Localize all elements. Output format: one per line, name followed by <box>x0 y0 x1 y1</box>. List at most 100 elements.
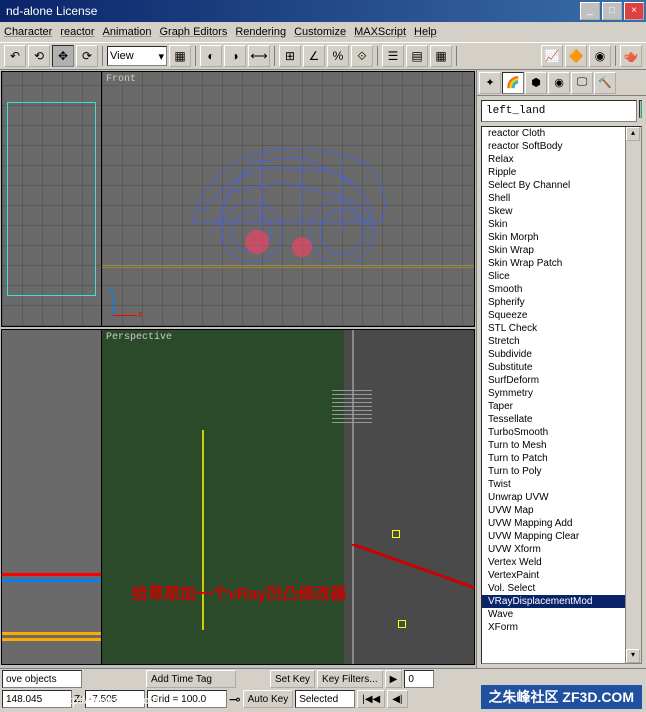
modifier-item[interactable]: Squeeze <box>482 309 641 322</box>
modifier-item[interactable]: Slice <box>482 270 641 283</box>
modifier-item[interactable]: Substitute <box>482 361 641 374</box>
modifier-item[interactable]: TurboSmooth <box>482 426 641 439</box>
modifier-item[interactable]: Skin Wrap <box>482 244 641 257</box>
viewport-perspective-label: Perspective <box>106 332 172 343</box>
rotate-icon[interactable]: ⟳ <box>76 45 98 67</box>
menu-rendering[interactable]: Rendering <box>235 26 286 38</box>
modifier-item[interactable]: Skin <box>482 218 641 231</box>
modifier-item[interactable]: Wave <box>482 608 641 621</box>
modifier-item[interactable]: Select By Channel <box>482 179 641 192</box>
modifier-list[interactable]: reactor Clothreactor SoftBodyRelaxRipple… <box>481 126 642 664</box>
modifier-item[interactable]: reactor SoftBody <box>482 140 641 153</box>
modifier-item[interactable]: Vertex Weld <box>482 556 641 569</box>
key-filters-button[interactable]: Key Filters... <box>317 670 383 688</box>
modifier-item[interactable]: Turn to Poly <box>482 465 641 478</box>
playback-start-icon[interactable]: |◀◀ <box>357 690 385 708</box>
modifier-item[interactable]: STL Check <box>482 322 641 335</box>
modifier-item[interactable]: UVW Xform <box>482 543 641 556</box>
set-key-button[interactable]: Set Key <box>270 670 315 688</box>
link-icon[interactable]: ⟲ <box>28 45 50 67</box>
modifier-item[interactable]: Skin Wrap Patch <box>482 257 641 270</box>
top-viewport-row: Front <box>1 71 475 327</box>
object-color-swatch[interactable] <box>639 100 642 118</box>
modifier-item[interactable]: Turn to Patch <box>482 452 641 465</box>
modifier-item[interactable]: reactor Cloth <box>482 127 641 140</box>
viewport-perspective[interactable]: Perspective 给草原加一个vRay凹凸修改器 <box>102 330 474 664</box>
selected-dropdown[interactable]: Selected <box>295 690 355 708</box>
material-icon[interactable]: ◉ <box>589 45 611 67</box>
snap-spinner-icon[interactable]: ⟐ <box>351 45 373 67</box>
render-icon[interactable]: 🫖 <box>620 45 642 67</box>
menu-reactor[interactable]: reactor <box>60 26 94 38</box>
modifier-item[interactable]: UVW Map <box>482 504 641 517</box>
add-time-tag-button[interactable]: Add Time Tag <box>146 670 236 688</box>
tool-icon-3[interactable]: ◑ <box>224 45 246 67</box>
viewport-left[interactable] <box>2 72 102 326</box>
playback-play-icon[interactable]: ▶ <box>385 670 403 688</box>
auto-key-button[interactable]: Auto Key <box>243 690 294 708</box>
modifier-item[interactable]: Subdivide <box>482 348 641 361</box>
modifier-item[interactable]: Ripple <box>482 166 641 179</box>
scroll-down-icon[interactable]: ▾ <box>626 649 640 663</box>
modifier-item[interactable]: UVW Mapping Clear <box>482 530 641 543</box>
snap-angle-icon[interactable]: ∠ <box>303 45 325 67</box>
menu-customize[interactable]: Customize <box>294 26 346 38</box>
modifier-item[interactable]: Turn to Mesh <box>482 439 641 452</box>
modifier-item[interactable]: Twist <box>482 478 641 491</box>
motion-tab[interactable]: ◉ <box>548 72 570 94</box>
move-icon[interactable]: ✥ <box>52 45 74 67</box>
playback-prev-icon[interactable]: ◀| <box>387 690 407 708</box>
snap-percent-icon[interactable]: % <box>327 45 349 67</box>
modifier-item[interactable]: UVW Mapping Add <box>482 517 641 530</box>
modifier-item[interactable]: XForm <box>482 621 641 634</box>
create-tab[interactable]: ✦ <box>479 72 501 94</box>
named-sel-icon[interactable]: ☰ <box>382 45 404 67</box>
modifier-item[interactable]: VertexPaint <box>482 569 641 582</box>
viewport-bottom-left[interactable] <box>2 330 102 664</box>
modifier-item[interactable]: Shell <box>482 192 641 205</box>
key-icon[interactable]: ⊸ <box>229 691 241 708</box>
minimize-button[interactable]: _ <box>580 2 600 20</box>
modifier-item[interactable]: Skew <box>482 205 641 218</box>
undo-icon[interactable]: ↶ <box>4 45 26 67</box>
align-icon[interactable]: ▤ <box>406 45 428 67</box>
hierarchy-tab[interactable]: ⬢ <box>525 72 547 94</box>
layers-icon[interactable]: ▦ <box>430 45 452 67</box>
modifier-item[interactable]: Spherify <box>482 296 641 309</box>
modifier-item[interactable]: Taper <box>482 400 641 413</box>
schematic-icon[interactable]: 🔶 <box>565 45 587 67</box>
menu-graph-editors[interactable]: Graph Editors <box>159 26 227 38</box>
menu-character[interactable]: Character <box>4 26 52 38</box>
maximize-button[interactable]: □ <box>602 2 622 20</box>
modifier-item[interactable]: SurfDeform <box>482 374 641 387</box>
mirror-icon[interactable]: ⟷ <box>248 45 270 67</box>
menu-help[interactable]: Help <box>414 26 437 38</box>
utilities-tab[interactable]: 🔨 <box>594 72 616 94</box>
close-button[interactable]: × <box>624 2 644 20</box>
watermark-url: http://www.zf3d.com <box>60 695 158 707</box>
modifier-item[interactable]: Unwrap UVW <box>482 491 641 504</box>
snap-icon[interactable]: ⊞ <box>279 45 301 67</box>
modify-tab[interactable]: 🌈 <box>502 72 524 94</box>
view-dropdown[interactable]: View ▾ <box>107 46 167 66</box>
modifier-item[interactable]: Stretch <box>482 335 641 348</box>
menu-animation[interactable]: Animation <box>103 26 152 38</box>
modifier-item[interactable]: Symmetry <box>482 387 641 400</box>
display-tab[interactable]: 🖵 <box>571 72 593 94</box>
modifier-scrollbar[interactable]: ▴ ▾ <box>625 127 641 663</box>
modifier-item[interactable]: Tessellate <box>482 413 641 426</box>
scroll-up-icon[interactable]: ▴ <box>626 127 640 141</box>
tool-icon-2[interactable]: ◐ <box>200 45 222 67</box>
modifier-item[interactable]: Smooth <box>482 283 641 296</box>
curve-editor-icon[interactable]: 📈 <box>541 45 563 67</box>
viewport-front[interactable]: Front <box>102 72 474 326</box>
modifier-item[interactable]: Skin Morph <box>482 231 641 244</box>
modifier-item[interactable]: VRayDisplacementMod <box>482 595 641 608</box>
modifier-item[interactable]: Vol. Select <box>482 582 641 595</box>
menu-maxscript[interactable]: MAXScript <box>354 26 406 38</box>
frame-field[interactable]: 0 <box>404 670 434 688</box>
modifier-item[interactable]: Relax <box>482 153 641 166</box>
main-toolbar: ↶ ⟲ ✥ ⟳ View ▾ ▦ ◐ ◑ ⟷ ⊞ ∠ % ⟐ ☰ ▤ ▦ 📈 🔶… <box>0 42 646 70</box>
object-name-input[interactable] <box>481 100 637 122</box>
tool-icon-1[interactable]: ▦ <box>169 45 191 67</box>
